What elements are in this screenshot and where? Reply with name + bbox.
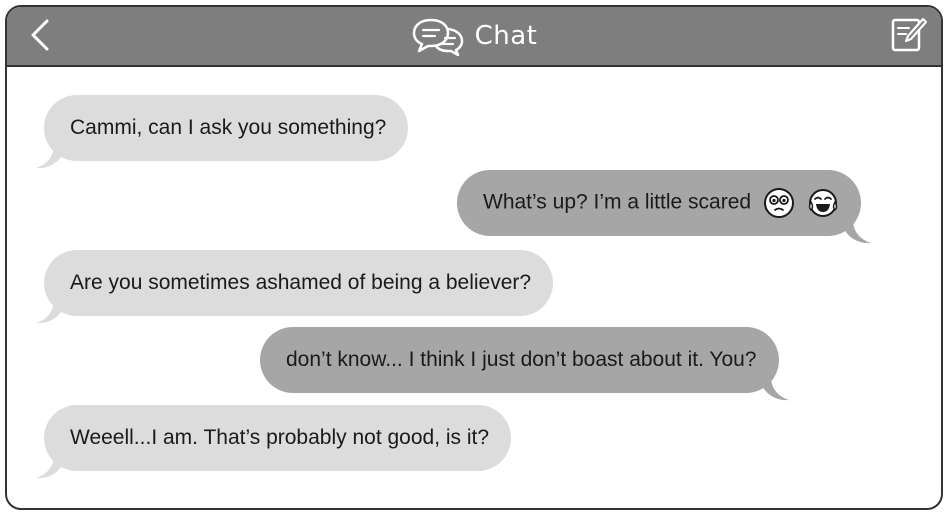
message-bubble-incoming: Weeell...I am. That’s probably not good,…	[36, 405, 512, 479]
chat-bubbles-icon	[412, 18, 463, 56]
laughing-tears-icon	[808, 189, 837, 217]
compose-button[interactable]	[889, 15, 928, 55]
bubble-tail	[762, 377, 789, 401]
message-bubble-incoming: Are you sometimes ashamed of being a bel…	[36, 250, 554, 324]
chat-window: Chat Cammi, can I ask you something? Wha…	[5, 5, 943, 510]
compose-icon	[891, 17, 928, 52]
bubble-tail	[36, 145, 62, 169]
message-bubble-incoming: Cammi, can I ask you something?	[36, 95, 409, 169]
message-text: What’s up? I’m a little scared	[483, 190, 752, 214]
message-text: Weeell...I am. That’s probably not good,…	[70, 426, 490, 449]
message-bubble-outgoing: don’t know... I think I just don’t boast…	[260, 327, 789, 401]
bubble-tail	[36, 300, 62, 324]
message-bubble-outgoing: What’s up? I’m a little scared	[457, 170, 871, 244]
message-text: Are you sometimes ashamed of being a bel…	[70, 271, 532, 294]
message-text: don’t know... I think I just don’t boast…	[286, 348, 757, 371]
title-bar: Chat	[7, 7, 941, 67]
chat-title: Chat	[474, 21, 538, 51]
message-text: Cammi, can I ask you something?	[70, 116, 387, 139]
title-group: Chat	[7, 7, 941, 65]
bubble-tail	[36, 455, 62, 479]
bubble-tail	[844, 220, 871, 244]
worried-face-icon	[763, 188, 794, 218]
